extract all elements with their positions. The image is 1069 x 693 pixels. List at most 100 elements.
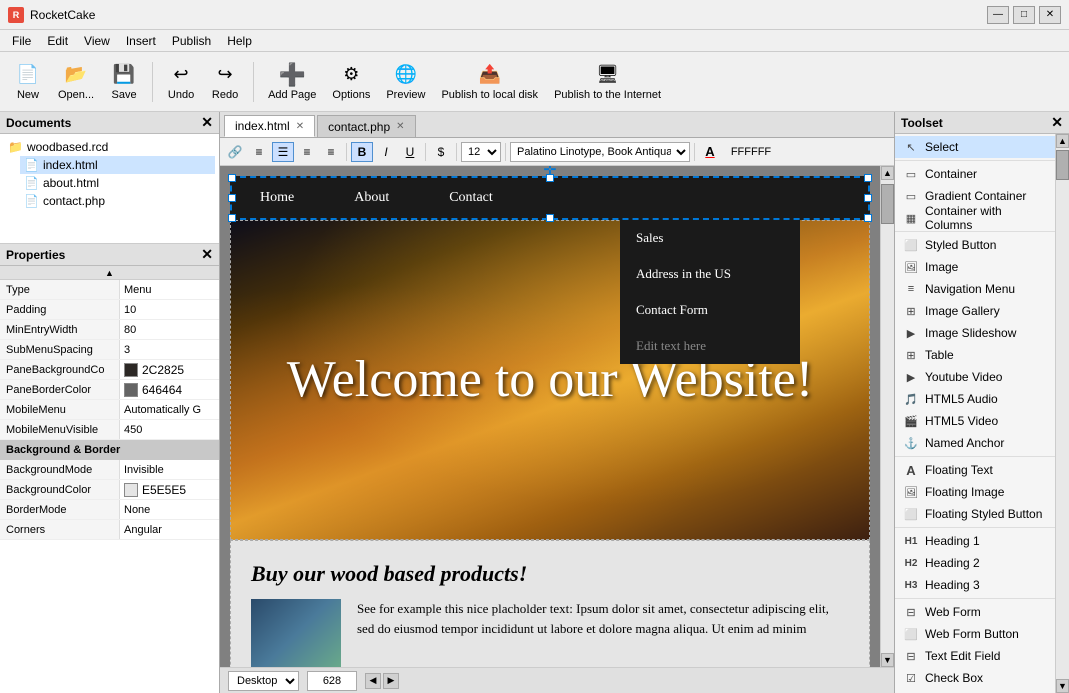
font-size-select[interactable]: 12 bbox=[461, 142, 501, 162]
tool-floating-styled-button[interactable]: ⬜ Floating Styled Button bbox=[895, 503, 1055, 525]
nav-contact[interactable]: Contact bbox=[419, 178, 523, 218]
tool-container-columns[interactable]: ▦ Container with Columns bbox=[895, 207, 1055, 229]
tool-image[interactable]: 🖼 Image bbox=[895, 256, 1055, 278]
pane-bg-color-swatch[interactable] bbox=[124, 363, 138, 377]
menu-help[interactable]: Help bbox=[219, 32, 260, 50]
pane-border-color-swatch[interactable] bbox=[124, 383, 138, 397]
add-page-button[interactable]: ➕ Add Page bbox=[262, 59, 322, 105]
canvas-main[interactable]: Home About Contact bbox=[220, 166, 880, 667]
color-a-button[interactable]: A bbox=[699, 142, 721, 162]
tool-select[interactable]: ↖ Select bbox=[895, 136, 1055, 158]
tab-index-close[interactable]: ✕ bbox=[296, 121, 304, 132]
menu-insert[interactable]: Insert bbox=[118, 32, 164, 50]
tool-heading-3[interactable]: H3 Heading 3 bbox=[895, 574, 1055, 596]
tool-check-box[interactable]: ☑ Check Box bbox=[895, 667, 1055, 689]
publish-local-button[interactable]: 📤 Publish to local disk bbox=[435, 59, 544, 105]
title-bar-controls[interactable]: — □ ✕ bbox=[987, 6, 1061, 24]
toolset-close-button[interactable]: ✕ bbox=[1051, 114, 1063, 131]
prop-scroll-up[interactable]: ▲ bbox=[0, 266, 219, 280]
format-dollar-button[interactable]: $ bbox=[430, 142, 452, 162]
tool-table[interactable]: ⊞ Table bbox=[895, 344, 1055, 366]
scroll-up-button[interactable]: ▲ bbox=[881, 166, 894, 180]
menu-view[interactable]: View bbox=[76, 32, 118, 50]
submenu-address[interactable]: Address in the US bbox=[620, 256, 800, 292]
toolset-scroll-down[interactable]: ▼ bbox=[1056, 679, 1069, 693]
submenu-contact-form[interactable]: Contact Form bbox=[620, 292, 800, 328]
image-gallery-icon: ⊞ bbox=[903, 303, 919, 319]
align-left-button[interactable]: ≡ bbox=[248, 142, 270, 162]
tool-web-form-button[interactable]: ⬜ Web Form Button bbox=[895, 623, 1055, 645]
tab-index[interactable]: index.html ✕ bbox=[224, 115, 315, 137]
toolset-scroll-track[interactable] bbox=[1056, 148, 1069, 679]
submenu-edit-text[interactable]: Edit text here bbox=[620, 328, 800, 364]
tool-youtube-video[interactable]: ▶ Youtube Video bbox=[895, 366, 1055, 388]
file-index[interactable]: 📄 index.html bbox=[20, 156, 215, 174]
documents-title: Documents bbox=[6, 116, 71, 130]
tool-html5-video[interactable]: 🎬 HTML5 Video bbox=[895, 410, 1055, 432]
tool-radio-button[interactable]: ⊙ Radio Button bbox=[895, 689, 1055, 693]
documents-close-button[interactable]: ✕ bbox=[201, 114, 213, 131]
submenu-sales[interactable]: Sales bbox=[620, 220, 800, 256]
tab-contact-close[interactable]: ✕ bbox=[396, 121, 404, 132]
tool-text-edit-field[interactable]: ⊟ Text Edit Field bbox=[895, 645, 1055, 667]
status-right-button[interactable]: ▶ bbox=[383, 673, 399, 689]
prop-bg-color[interactable]: BackgroundColor E5E5E5 bbox=[0, 480, 219, 500]
file-contact[interactable]: 📄 contact.php bbox=[20, 192, 215, 210]
tool-container[interactable]: ▭ Container bbox=[895, 163, 1055, 185]
nav-home[interactable]: Home bbox=[230, 178, 324, 218]
tab-contact[interactable]: contact.php ✕ bbox=[317, 115, 415, 137]
tool-image-gallery[interactable]: ⊞ Image Gallery bbox=[895, 300, 1055, 322]
scroll-down-button[interactable]: ▼ bbox=[881, 653, 894, 667]
nav-about[interactable]: About bbox=[324, 178, 419, 218]
file-about[interactable]: 📄 about.html bbox=[20, 174, 215, 192]
underline-button[interactable]: U bbox=[399, 142, 421, 162]
project-item[interactable]: 📁 woodbased.rcd bbox=[4, 138, 215, 156]
bold-button[interactable]: B bbox=[351, 142, 373, 162]
prop-pane-border-color[interactable]: PaneBorderColor 646464 bbox=[0, 380, 219, 400]
color-value-display[interactable]: FFFFFF bbox=[723, 142, 779, 162]
menu-edit[interactable]: Edit bbox=[39, 32, 76, 50]
close-button[interactable]: ✕ bbox=[1039, 6, 1061, 24]
options-button[interactable]: ⚙ Options bbox=[326, 59, 376, 105]
minimize-button[interactable]: — bbox=[987, 6, 1009, 24]
maximize-button[interactable]: □ bbox=[1013, 6, 1035, 24]
tool-navigation-menu[interactable]: ≡ Navigation Menu bbox=[895, 278, 1055, 300]
tool-heading-2[interactable]: H2 Heading 2 bbox=[895, 552, 1055, 574]
tool-floating-image[interactable]: 🖼 Floating Image bbox=[895, 481, 1055, 503]
tool-image-slideshow[interactable]: ▶ Image Slideshow bbox=[895, 322, 1055, 344]
toolset-scroll-up[interactable]: ▲ bbox=[1056, 134, 1069, 148]
italic-button[interactable]: I bbox=[375, 142, 397, 162]
format-bar: 🔗 ≡ ☰ ≡ ≡ B I U $ 12 Palatino Linotype, … bbox=[220, 138, 894, 166]
properties-close-button[interactable]: ✕ bbox=[201, 246, 213, 263]
view-mode-select[interactable]: Desktop bbox=[228, 671, 299, 691]
save-button[interactable]: 💾 Save bbox=[104, 59, 144, 105]
align-right-button[interactable]: ≡ bbox=[296, 142, 318, 162]
scrollbar-track[interactable] bbox=[881, 180, 894, 653]
tool-heading-1[interactable]: H1 Heading 1 bbox=[895, 530, 1055, 552]
bg-color-swatch[interactable] bbox=[124, 483, 138, 497]
tool-styled-button[interactable]: ⬜ Styled Button bbox=[895, 234, 1055, 256]
link-button[interactable]: 🔗 bbox=[224, 142, 246, 162]
tool-named-anchor[interactable]: ⚓ Named Anchor bbox=[895, 432, 1055, 454]
redo-button[interactable]: ↪ Redo bbox=[205, 59, 245, 105]
align-center-button[interactable]: ☰ bbox=[272, 142, 294, 162]
open-button[interactable]: 📂 Open... bbox=[52, 59, 100, 105]
prop-pane-bg-color[interactable]: PaneBackgroundCo 2C2825 bbox=[0, 360, 219, 380]
font-name-select[interactable]: Palatino Linotype, Book Antiqua3, Pal bbox=[510, 142, 690, 162]
tool-html5-audio[interactable]: 🎵 HTML5 Audio bbox=[895, 388, 1055, 410]
undo-button[interactable]: ↩ Undo bbox=[161, 59, 201, 105]
menu-publish[interactable]: Publish bbox=[164, 32, 219, 50]
file-icon-3: 📄 bbox=[24, 194, 39, 208]
preview-button[interactable]: 🌐 Preview bbox=[380, 59, 431, 105]
toolset-scroll-thumb[interactable] bbox=[1056, 150, 1069, 180]
align-justify-button[interactable]: ≡ bbox=[320, 142, 342, 162]
tool-web-form[interactable]: ⊟ Web Form bbox=[895, 601, 1055, 623]
new-button[interactable]: 📄 New bbox=[8, 59, 48, 105]
menu-file[interactable]: File bbox=[4, 32, 39, 50]
publish-internet-button[interactable]: 🖥 Publish to the Internet bbox=[548, 59, 667, 105]
file-name-2: about.html bbox=[43, 176, 99, 190]
publish-local-icon: 📤 bbox=[478, 63, 502, 87]
scrollbar-thumb[interactable] bbox=[881, 184, 894, 224]
tool-floating-text[interactable]: A Floating Text bbox=[895, 459, 1055, 481]
status-left-button[interactable]: ◀ bbox=[365, 673, 381, 689]
